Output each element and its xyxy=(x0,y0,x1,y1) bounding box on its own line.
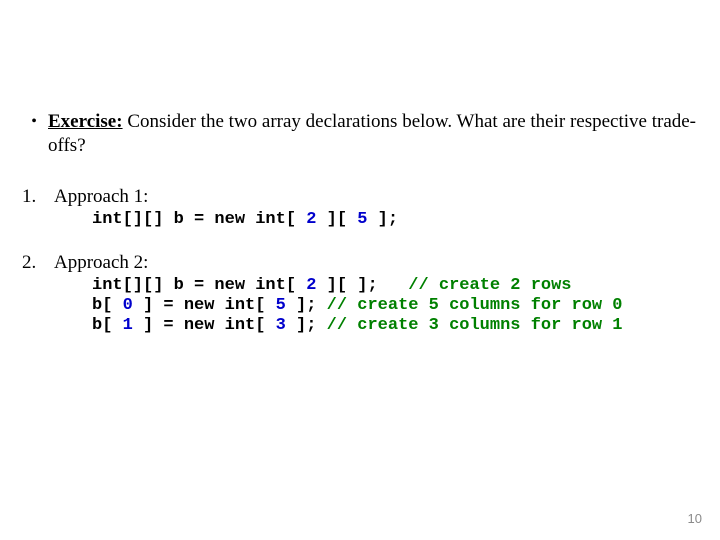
code-text: ]; xyxy=(286,296,327,315)
exercise-label: Exercise: xyxy=(48,111,123,132)
code-text: ][ ]; xyxy=(316,276,408,295)
code-text: ]; xyxy=(286,316,327,335)
page-number: 10 xyxy=(688,511,702,526)
code-number: 5 xyxy=(276,296,286,315)
code-number: 0 xyxy=(123,296,133,315)
approach-1-code: int[][] b = new int[ 2 ][ 5 ]; xyxy=(92,210,700,230)
code-text: int[][] b = new int[ xyxy=(92,210,306,229)
code-text: int[][] b = new int[ xyxy=(92,276,306,295)
code-text: b[ xyxy=(92,296,123,315)
approach-2-title: Approach 2: xyxy=(54,252,700,274)
code-number: 1 xyxy=(123,316,133,335)
code-number: 2 xyxy=(306,276,316,295)
code-text: ]; xyxy=(367,210,398,229)
code-comment: // create 2 rows xyxy=(408,276,571,295)
slide: • Exercise: Consider the two array decla… xyxy=(0,0,720,540)
approach-1-row: 1. Approach 1: xyxy=(20,186,700,208)
exercise-bullet: • Exercise: Consider the two array decla… xyxy=(20,110,700,158)
exercise-prompt-text: Consider the two array declarations belo… xyxy=(48,111,696,156)
code-text: ] = new int[ xyxy=(133,296,276,315)
code-number: 3 xyxy=(276,316,286,335)
approach-1-title: Approach 1: xyxy=(54,186,700,208)
code-text: b[ xyxy=(92,316,123,335)
code-comment: // create 3 columns for row 1 xyxy=(327,316,623,335)
bullet-dot: • xyxy=(20,110,48,134)
approach-2-code: int[][] b = new int[ 2 ][ ]; // create 2… xyxy=(92,276,700,336)
exercise-text: Exercise: Consider the two array declara… xyxy=(48,110,700,158)
code-number: 5 xyxy=(357,210,367,229)
approach-2-row: 2. Approach 2: xyxy=(20,252,700,274)
code-text: ][ xyxy=(316,210,357,229)
approach-2-number: 2. xyxy=(20,252,54,274)
approach-1-number: 1. xyxy=(20,186,54,208)
code-comment: // create 5 columns for row 0 xyxy=(327,296,623,315)
code-number: 2 xyxy=(306,210,316,229)
code-text: ] = new int[ xyxy=(133,316,276,335)
